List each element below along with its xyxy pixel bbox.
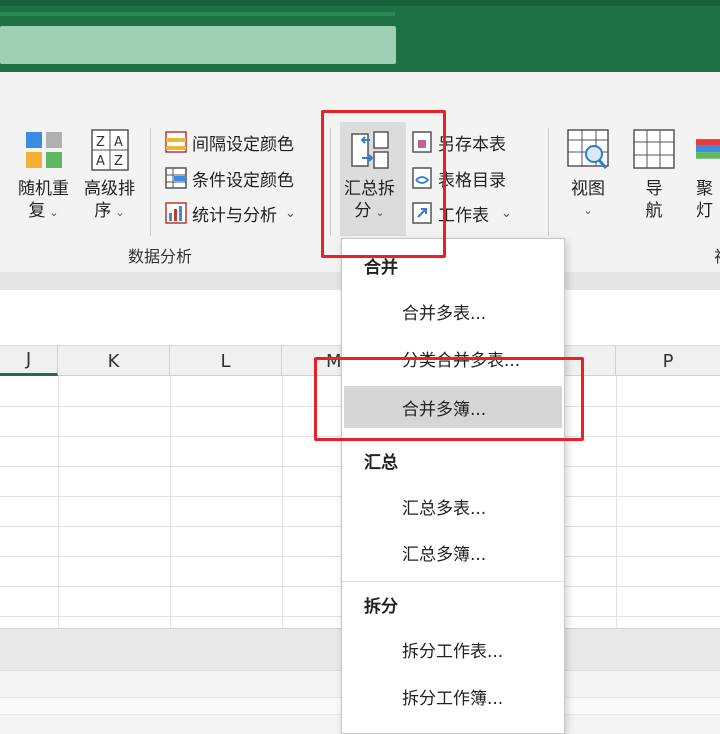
nav-label-1: 导 <box>645 179 663 199</box>
summary-split-icon <box>350 131 389 169</box>
spotlight-button[interactable]: 聚 灯 <box>696 128 720 222</box>
random-repeat-icon <box>25 132 62 168</box>
table-dir-icon <box>412 167 432 189</box>
column-header-K[interactable]: K <box>58 346 170 376</box>
menu-item-split-book[interactable]: 拆分工作簿... <box>344 675 562 717</box>
menu-separator <box>342 438 564 439</box>
spotlight-icon <box>696 139 720 159</box>
table-dir-button[interactable]: 表格目录 <box>410 164 506 192</box>
chevron-down-icon: ⌄ <box>501 205 512 221</box>
nav-button[interactable]: 导 航 <box>632 128 676 222</box>
view-button[interactable]: 视图 ⌄ <box>566 128 610 222</box>
column-letter: M <box>326 350 342 372</box>
random-repeat-label-2: 复 <box>28 201 46 221</box>
excel-window: 随机重 复 ⌄ Z A A Z 高级排 序 ⌄ 间隔设定颜色 条件设定颜色 统计… <box>0 0 720 734</box>
stats-analysis-icon <box>165 202 187 224</box>
column-header-J[interactable]: J <box>0 346 58 376</box>
menu-item-merge-category[interactable]: 分类合并多表... <box>344 337 562 379</box>
svg-text:Z: Z <box>96 135 105 150</box>
col-line <box>170 376 171 628</box>
worksheet-button[interactable]: 工作表 ⌄ <box>410 199 512 227</box>
summary-split-label-2: 分 <box>354 201 372 221</box>
random-repeat-label-1: 随机重 <box>18 179 69 199</box>
column-letter: J <box>25 349 32 370</box>
spotlight-label-1: 聚 <box>696 179 713 199</box>
summary-split-menu: 合并 合并多表... 分类合并多表... 合并多簿... 汇总 汇总多表... … <box>341 238 565 734</box>
summary-split-button[interactable]: 汇总拆 分 ⌄ <box>344 128 395 224</box>
ribbon-separator <box>548 128 549 236</box>
menu-section-summary: 汇总 <box>364 453 398 473</box>
worksheet-label: 工作表 <box>438 205 489 226</box>
menu-item-label: 汇总多簿... <box>402 544 487 565</box>
svg-text:Z: Z <box>114 154 123 169</box>
random-repeat-button[interactable]: 随机重 复 ⌄ <box>18 128 69 224</box>
view-label: 视图 <box>571 179 605 199</box>
menu-item-split-sheet[interactable]: 拆分工作表... <box>344 628 562 670</box>
sort-az-icon: Z A A Z <box>90 129 129 171</box>
menu-item-label: 拆分工作簿... <box>402 688 504 709</box>
title-line <box>0 12 395 16</box>
svg-text:A: A <box>96 154 105 169</box>
menu-item-label: 分类合并多表... <box>402 350 521 371</box>
col-line <box>616 376 617 628</box>
group-label-view: 视 <box>714 243 720 267</box>
view-magnifier-icon <box>567 129 609 169</box>
column-letter: L <box>220 350 231 372</box>
group-label-data-analysis: 数据分析 <box>128 247 193 266</box>
menu-item-label: 合并多表... <box>402 303 487 324</box>
menu-item-merge-sheets[interactable]: 合并多表... <box>344 290 562 332</box>
menu-item-label: 汇总多表... <box>402 498 487 519</box>
worksheet-icon <box>412 202 432 224</box>
summary-split-label-1: 汇总拆 <box>344 179 395 199</box>
title-stripe <box>0 0 720 6</box>
condition-color-button[interactable]: 条件设定颜色 <box>164 164 294 192</box>
column-header-P[interactable]: P <box>616 346 720 376</box>
chevron-down-icon: ⌄ <box>49 206 59 219</box>
interval-color-button[interactable]: 间隔设定颜色 <box>164 128 294 156</box>
chevron-down-icon: ⌄ <box>375 206 385 219</box>
menu-item-summary-sheets[interactable]: 汇总多表... <box>344 485 562 527</box>
menu-item-label: 合并多簿... <box>402 399 487 420</box>
condition-color-label: 条件设定颜色 <box>192 170 294 191</box>
chevron-down-icon: ⌄ <box>115 206 125 219</box>
column-letter: P <box>662 350 674 372</box>
advanced-sort-label-1: 高级排 <box>84 179 135 199</box>
stats-analysis-label: 统计与分析 <box>192 205 277 226</box>
menu-section-merge: 合并 <box>364 258 398 278</box>
stats-analysis-button[interactable]: 统计与分析 ⌄ <box>164 199 296 227</box>
svg-text:A: A <box>114 135 123 150</box>
spotlight-label-2: 灯 <box>696 201 713 221</box>
condition-color-icon <box>165 167 187 189</box>
title-bar <box>0 0 720 72</box>
save-as-table-button[interactable]: 另存本表 <box>410 128 506 156</box>
ribbon-separator <box>150 128 151 236</box>
tab-strip-blurred <box>0 26 396 64</box>
menu-item-summary-books[interactable]: 汇总多簿... <box>344 531 562 573</box>
chevron-down-icon: ⌄ <box>583 204 593 217</box>
menu-item-merge-books[interactable]: 合并多簿... <box>344 386 562 428</box>
column-header-L[interactable]: L <box>170 346 282 376</box>
save-as-table-label: 另存本表 <box>438 134 506 155</box>
menu-section-split: 拆分 <box>364 597 398 617</box>
menu-item-label: 拆分工作表... <box>402 641 504 662</box>
nav-grid-icon <box>633 129 675 169</box>
col-line <box>58 376 59 628</box>
col-line <box>282 376 283 628</box>
ribbon-separator <box>330 128 331 236</box>
interval-color-icon <box>165 131 187 153</box>
interval-color-label: 间隔设定颜色 <box>192 134 294 155</box>
column-letter: K <box>107 350 120 372</box>
advanced-sort-button[interactable]: Z A A Z 高级排 序 ⌄ <box>84 128 135 224</box>
chevron-down-icon: ⌄ <box>285 205 296 221</box>
table-dir-label: 表格目录 <box>438 170 506 191</box>
menu-separator <box>342 581 564 582</box>
nav-label-2: 航 <box>645 201 663 221</box>
advanced-sort-label-2: 序 <box>94 201 112 221</box>
save-as-table-icon <box>412 131 432 153</box>
